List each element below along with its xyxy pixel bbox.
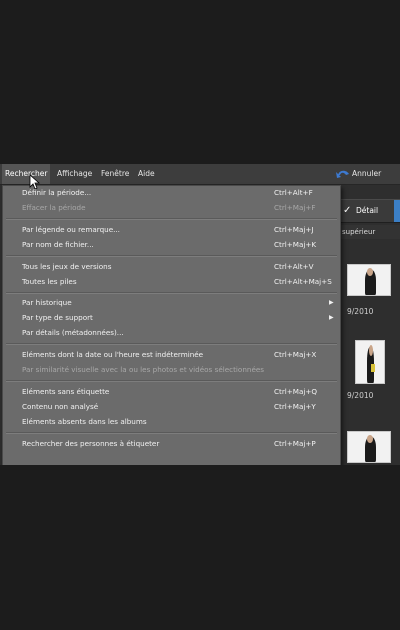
menu-item-sans-etiquette[interactable]: Eléments sans étiquette Ctrl+Maj+Q — [3, 385, 340, 399]
menu-item-label: Eléments absents dans les albums — [22, 417, 147, 426]
menu-item-type-support[interactable]: Par type de support ▶ — [3, 311, 340, 325]
menu-item-label: Contenu non analysé — [22, 402, 99, 411]
menu-item-label: Eléments sans étiquette — [22, 387, 110, 396]
undo-button[interactable]: Annuler — [334, 164, 400, 184]
undo-label: Annuler — [352, 169, 382, 178]
menu-affichage[interactable]: Affichage — [54, 164, 95, 184]
menu-item-nom-fichier[interactable]: Par nom de fichier... Ctrl+Maj+K — [3, 238, 340, 252]
sort-bar: supérieur — [338, 225, 400, 239]
menu-item-details[interactable]: Par détails (métadonnées)... — [3, 326, 340, 340]
submenu-arrow-icon: ▶ — [329, 314, 334, 321]
menu-item-shortcut: Ctrl+Alt+Maj+S — [274, 277, 332, 286]
menu-item-shortcut: Ctrl+Alt+F — [274, 188, 313, 197]
menu-item-label: Effacer la période — [22, 203, 86, 212]
menu-item-personnes-etiqueter[interactable]: Rechercher des personnes à étiqueter Ctr… — [3, 437, 340, 451]
menu-item-shortcut: Ctrl+Maj+F — [274, 203, 316, 212]
mouse-pointer-icon — [29, 174, 41, 190]
menu-item-legende[interactable]: Par légende ou remarque... Ctrl+Maj+J — [3, 223, 340, 237]
menu-item-label: Rechercher des personnes à étiqueter — [22, 439, 160, 448]
panel-tab[interactable] — [394, 200, 400, 222]
menu-separator — [6, 432, 337, 434]
sort-select[interactable]: supérieur — [342, 225, 375, 239]
menu-item-label: Eléments dont la date ou l'heure est ind… — [22, 350, 204, 359]
menu-separator — [6, 218, 337, 220]
menu-item-shortcut: Ctrl+Maj+K — [274, 240, 317, 249]
menu-separator — [6, 380, 337, 382]
organizer-window: Rechercher Affichage Fenêtre Aide Annule… — [0, 164, 400, 465]
person-face — [367, 268, 374, 276]
menu-item-effacer-periode[interactable]: Effacer la période Ctrl+Maj+F — [3, 201, 340, 215]
menu-separator — [6, 292, 337, 294]
undo-icon — [336, 170, 349, 178]
menu-item-label: Toutes les piles — [22, 277, 77, 286]
menu-item-jeux-versions[interactable]: Tous les jeux de versions Ctrl+Alt+V — [3, 260, 340, 274]
menu-item-shortcut: Ctrl+Maj+Q — [274, 387, 318, 396]
menu-rechercher[interactable]: Rechercher — [2, 164, 51, 184]
menu-item-shortcut: Ctrl+Maj+X — [274, 350, 317, 359]
menu-item-label: Par nom de fichier... — [22, 240, 94, 249]
menu-item-historique[interactable]: Par historique ▶ — [3, 296, 340, 310]
menu-item-shortcut: Ctrl+Maj+P — [274, 439, 316, 448]
view-toolbar: ✓ Détail — [338, 199, 400, 223]
check-icon: ✓ — [343, 205, 352, 216]
detail-view-button[interactable]: ✓ Détail — [342, 203, 378, 219]
photo-date: 9/2010 — [347, 307, 374, 316]
photo-thumbnail[interactable] — [347, 264, 391, 296]
detail-label: Détail — [356, 206, 379, 215]
menu-item-absents-albums[interactable]: Eléments absents dans les albums — [3, 415, 340, 429]
menu-aide[interactable]: Aide — [135, 164, 158, 184]
menu-item-label: Par similarité visuelle avec la ou les p… — [22, 365, 265, 374]
menu-item-piles[interactable]: Toutes les piles Ctrl+Alt+Maj+S — [3, 275, 340, 289]
menu-item-label: Tous les jeux de versions — [22, 262, 112, 271]
menu-bar: Rechercher Affichage Fenêtre Aide Annule… — [0, 164, 400, 185]
person-face — [367, 435, 374, 443]
menu-item-shortcut: Ctrl+Alt+V — [274, 262, 314, 271]
photo-thumbnail[interactable] — [347, 431, 391, 463]
submenu-arrow-icon: ▶ — [329, 299, 334, 306]
menu-separator — [6, 255, 337, 257]
menu-item-label: Par légende ou remarque... — [22, 225, 120, 234]
rechercher-dropdown-menu: Définir la période... Ctrl+Alt+F Effacer… — [2, 185, 341, 465]
menu-item-shortcut: Ctrl+Maj+Y — [274, 402, 316, 411]
menu-separator — [6, 343, 337, 345]
menu-item-label: Par historique — [22, 298, 72, 307]
menu-fenetre[interactable]: Fenêtre — [98, 164, 132, 184]
menu-item-date-indeterminee[interactable]: Eléments dont la date ou l'heure est ind… — [3, 348, 340, 362]
person-face — [368, 345, 373, 357]
menu-item-shortcut: Ctrl+Maj+J — [274, 225, 314, 234]
menu-item-label: Par détails (métadonnées)... — [22, 328, 124, 337]
photo-thumbnail[interactable] — [355, 340, 385, 384]
menu-item-label: Par type de support — [22, 313, 93, 322]
menu-item-non-analyse[interactable]: Contenu non analysé Ctrl+Maj+Y — [3, 400, 340, 414]
photo-date: 9/2010 — [347, 391, 374, 400]
gift-box — [371, 364, 375, 372]
menu-item-definir-periode[interactable]: Définir la période... Ctrl+Alt+F — [3, 186, 340, 200]
menu-item-similarite-visuelle[interactable]: Par similarité visuelle avec la ou les p… — [3, 363, 340, 377]
